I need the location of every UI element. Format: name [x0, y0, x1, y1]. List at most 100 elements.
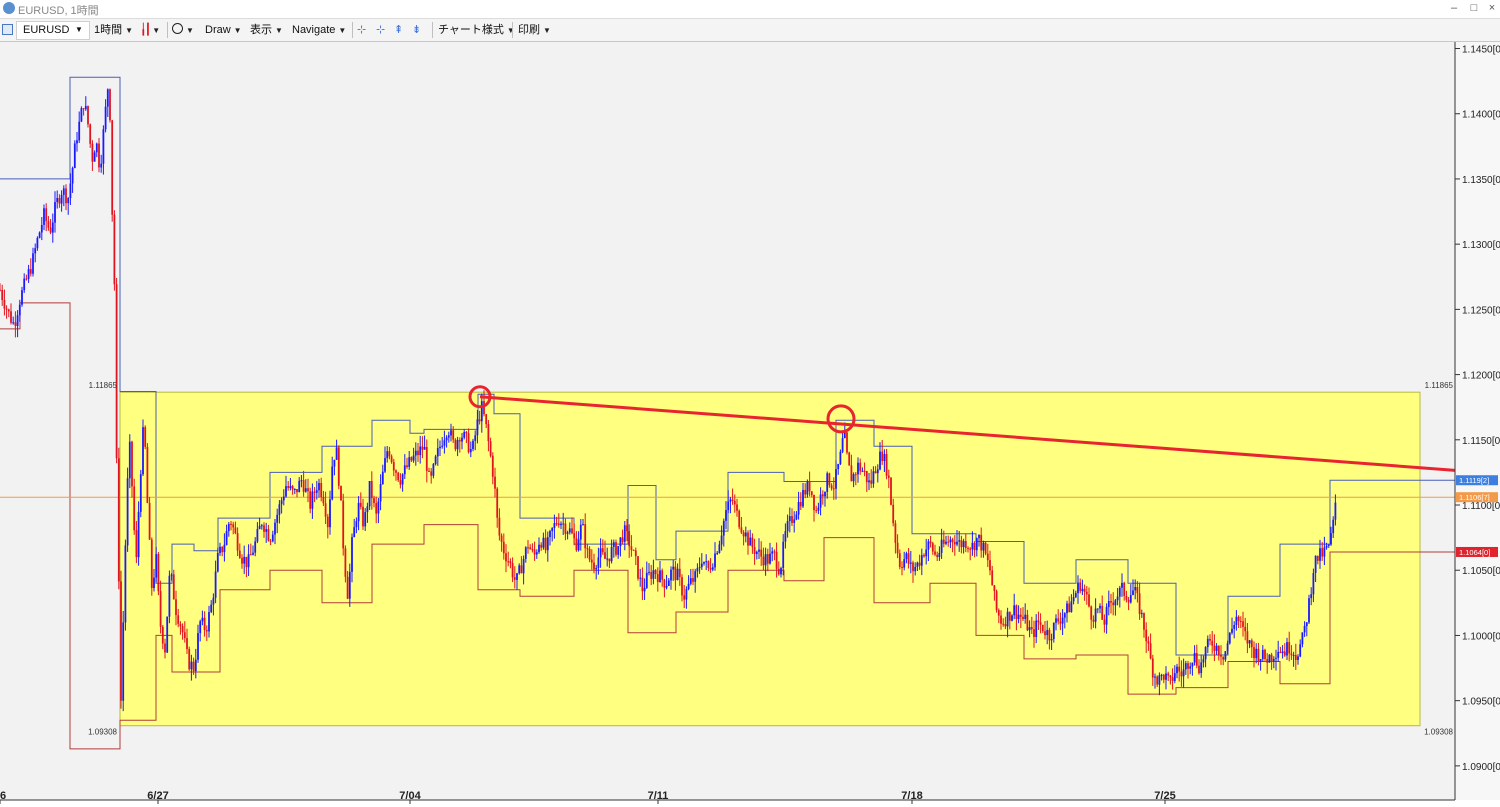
candle-body — [909, 562, 912, 564]
candle-body — [333, 459, 336, 467]
candle-body — [879, 451, 881, 470]
shape-tool-dropdown[interactable]: ▼ — [172, 22, 194, 38]
time-axis[interactable] — [0, 800, 1500, 807]
close-icon[interactable]: × — [1484, 1, 1500, 16]
candle-body — [951, 539, 954, 542]
candle-body — [969, 548, 972, 550]
candle-body — [67, 198, 70, 204]
candle-body — [758, 549, 760, 552]
candle-body — [282, 496, 285, 501]
candle-body — [1055, 618, 1057, 623]
candle-body — [249, 554, 252, 556]
candle-body — [1085, 591, 1088, 595]
time-tick-label: 7/11 — [648, 790, 669, 802]
candle-body — [472, 440, 474, 449]
scroll-up-icon[interactable]: ⇞ — [394, 22, 403, 38]
candle-body — [608, 558, 611, 562]
candle-body — [762, 556, 765, 566]
candle-body — [23, 278, 26, 291]
candle-body — [1248, 640, 1251, 644]
price-tick-label: 1.0950[0] — [1462, 697, 1500, 708]
candle-body — [502, 541, 505, 554]
candle-body — [929, 541, 932, 544]
navigate-menu[interactable]: Navigate ▼ — [292, 22, 346, 38]
candle-body — [839, 451, 842, 465]
candle-body — [194, 659, 197, 672]
candle-body — [1239, 621, 1242, 622]
candle-body — [872, 471, 875, 484]
candle-body — [1281, 651, 1284, 653]
candle-body — [1200, 662, 1203, 674]
candle-body — [1105, 606, 1108, 625]
candle-body — [245, 556, 248, 568]
maximize-icon[interactable]: □ — [1466, 1, 1482, 16]
candle-body — [370, 481, 373, 499]
candle-body — [29, 269, 32, 274]
candle-body — [709, 568, 712, 570]
candle-body — [263, 525, 265, 532]
candle-body — [1072, 597, 1075, 602]
candle-body — [1121, 582, 1123, 588]
chart-window-icon[interactable] — [2, 24, 13, 35]
candle-body — [960, 540, 963, 548]
candle-body — [10, 311, 12, 323]
candle-body — [326, 516, 329, 528]
candle-body — [777, 568, 780, 575]
candle-body — [513, 577, 516, 580]
candle-type-dropdown[interactable]: ╽┃ ▼ — [140, 22, 160, 38]
candle-body — [454, 439, 457, 450]
draw-menu[interactable]: Draw ▼ — [205, 22, 242, 38]
chart-style-menu[interactable]: チャート様式 ▼ — [438, 22, 515, 38]
candle-body — [38, 232, 41, 238]
candle-body — [474, 435, 477, 441]
display-menu[interactable]: 表示 ▼ — [250, 22, 283, 38]
candle-body — [1052, 622, 1055, 639]
candle-body — [346, 576, 349, 599]
zoom-in-icon[interactable]: ⊹ — [357, 22, 366, 38]
candle-body — [747, 532, 749, 546]
candle-body — [51, 222, 54, 233]
candle-body — [771, 551, 774, 554]
candle-body — [34, 248, 37, 254]
price-chart[interactable]: 1.11865 1.11865 1.09308 1.09308 1.1450[0… — [0, 42, 1500, 807]
app-icon — [3, 2, 15, 14]
zoom-out-icon[interactable]: ⊹ — [376, 22, 385, 38]
candle-body — [133, 486, 136, 531]
price-axis[interactable] — [1455, 42, 1500, 807]
candle-body — [126, 478, 129, 546]
candle-body — [586, 548, 589, 550]
timeframe-dropdown[interactable]: 1時間 ▼ — [94, 22, 133, 38]
scroll-down-icon[interactable]: ⇟ — [412, 22, 421, 38]
candle-body — [797, 502, 800, 515]
candle-body — [896, 542, 899, 554]
symbol-selector[interactable]: EURUSD ▼ — [16, 21, 90, 40]
chevron-down-icon: ▼ — [338, 26, 347, 35]
candle-body — [205, 630, 208, 632]
candle-body — [168, 575, 171, 617]
print-menu[interactable]: 印刷 ▼ — [518, 22, 551, 38]
candle-body — [1039, 622, 1042, 625]
candle-body — [467, 433, 470, 453]
print-label: 印刷 — [518, 24, 540, 36]
candle-body — [1257, 648, 1260, 662]
candle-body — [1215, 645, 1218, 651]
candle-body — [612, 542, 615, 547]
chevron-down-icon: ▼ — [543, 26, 551, 35]
candle-body — [1323, 547, 1326, 557]
candle-body — [232, 524, 235, 528]
time-tick-label: 6 — [0, 790, 6, 802]
candle-body — [1169, 675, 1172, 678]
candle-body — [137, 511, 140, 558]
candle-body — [711, 567, 714, 570]
candle-body — [485, 414, 488, 425]
candle-body — [953, 541, 956, 545]
candle-body — [916, 562, 919, 567]
candle-body — [819, 494, 822, 508]
candle-body — [181, 626, 184, 633]
candle-body — [553, 523, 556, 528]
minimize-icon[interactable]: – — [1446, 1, 1462, 16]
candle-body — [663, 579, 666, 588]
candle-body — [183, 632, 186, 639]
candle-body — [1088, 594, 1090, 607]
candle-body — [197, 633, 199, 660]
